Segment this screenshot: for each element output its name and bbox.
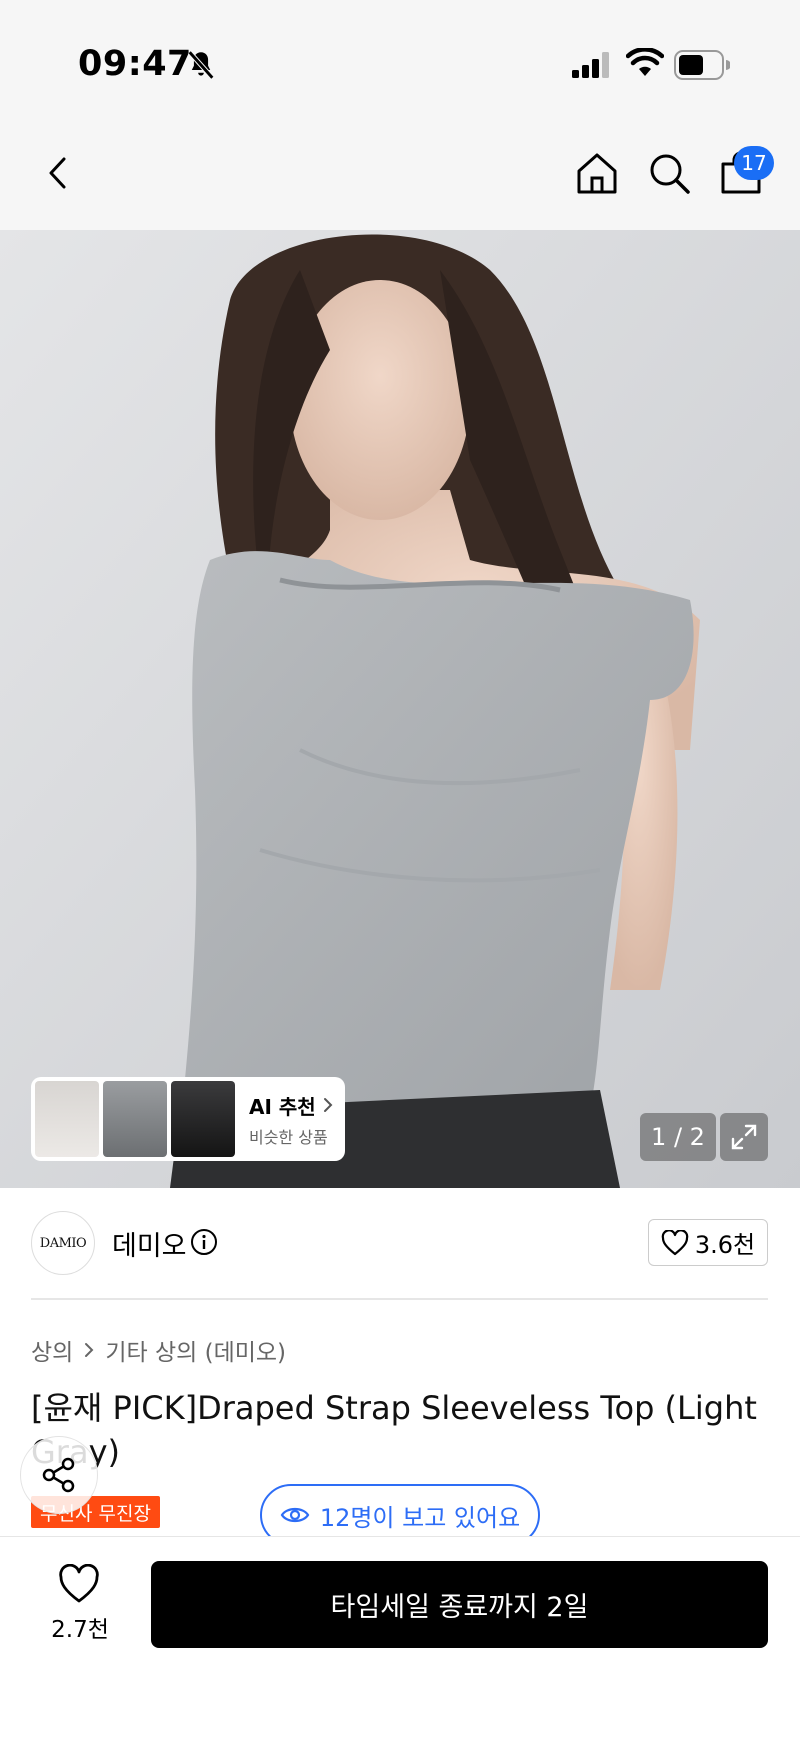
- purchase-button[interactable]: 타임세일 종료까지 2일: [151, 1561, 768, 1648]
- heart-icon[interactable]: [58, 1564, 100, 1606]
- breadcrumb-category[interactable]: 상의: [31, 1333, 73, 1367]
- product-photo: [0, 230, 800, 1188]
- breadcrumb-subcategory[interactable]: 기타 상의 (데미오): [105, 1333, 286, 1367]
- back-icon[interactable]: [36, 150, 82, 196]
- brand-like-button[interactable]: 3.6천: [648, 1219, 768, 1266]
- wifi-icon: [626, 48, 664, 76]
- chevron-right-icon: [323, 1098, 333, 1112]
- ai-title: AI 추천: [249, 1094, 316, 1119]
- wishlist-count: 2.7천: [51, 1617, 109, 1643]
- ai-subtitle: 비슷한 상품: [249, 1127, 328, 1147]
- heart-icon: [661, 1229, 689, 1255]
- info-icon[interactable]: [190, 1228, 218, 1256]
- share-icon: [42, 1457, 75, 1493]
- chevron-right-icon: [85, 1343, 94, 1357]
- viewers-text: 12명이 보고 있어요: [319, 1503, 521, 1532]
- product-title: [윤재 PICK]Draped Strap Sleeveless Top (Li…: [31, 1389, 757, 1471]
- brand-like-count: 3.6천: [694, 1231, 756, 1259]
- share-button[interactable]: [20, 1436, 98, 1514]
- home-icon[interactable]: [574, 150, 620, 196]
- status-time: 09:47: [78, 44, 192, 84]
- expand-image-button[interactable]: [720, 1113, 768, 1161]
- ai-recommendation-text: AI 추천 비슷한 상품: [249, 1091, 334, 1148]
- divider: [31, 1298, 768, 1300]
- brand-name[interactable]: 데미오: [112, 1224, 187, 1263]
- breadcrumb: 상의 기타 상의 (데미오): [31, 1333, 286, 1367]
- cart-count-badge: 17: [734, 146, 774, 180]
- product-hero-image[interactable]: AI 추천 비슷한 상품 1 / 2: [0, 230, 800, 1188]
- search-icon[interactable]: [646, 150, 692, 196]
- bell-slash-icon: [187, 50, 215, 80]
- expand-icon: [731, 1124, 757, 1150]
- image-counter: 1 / 2: [640, 1113, 716, 1161]
- brand-logo[interactable]: DAMIO: [31, 1211, 95, 1275]
- ai-thumbnail[interactable]: [171, 1081, 235, 1157]
- cellular-signal-icon: [572, 52, 609, 78]
- ai-thumbnail[interactable]: [103, 1081, 167, 1157]
- eye-icon: [280, 1507, 310, 1523]
- ai-thumbnail[interactable]: [35, 1081, 99, 1157]
- battery-icon: [674, 50, 730, 80]
- ai-recommendation-card[interactable]: AI 추천 비슷한 상품: [31, 1077, 345, 1161]
